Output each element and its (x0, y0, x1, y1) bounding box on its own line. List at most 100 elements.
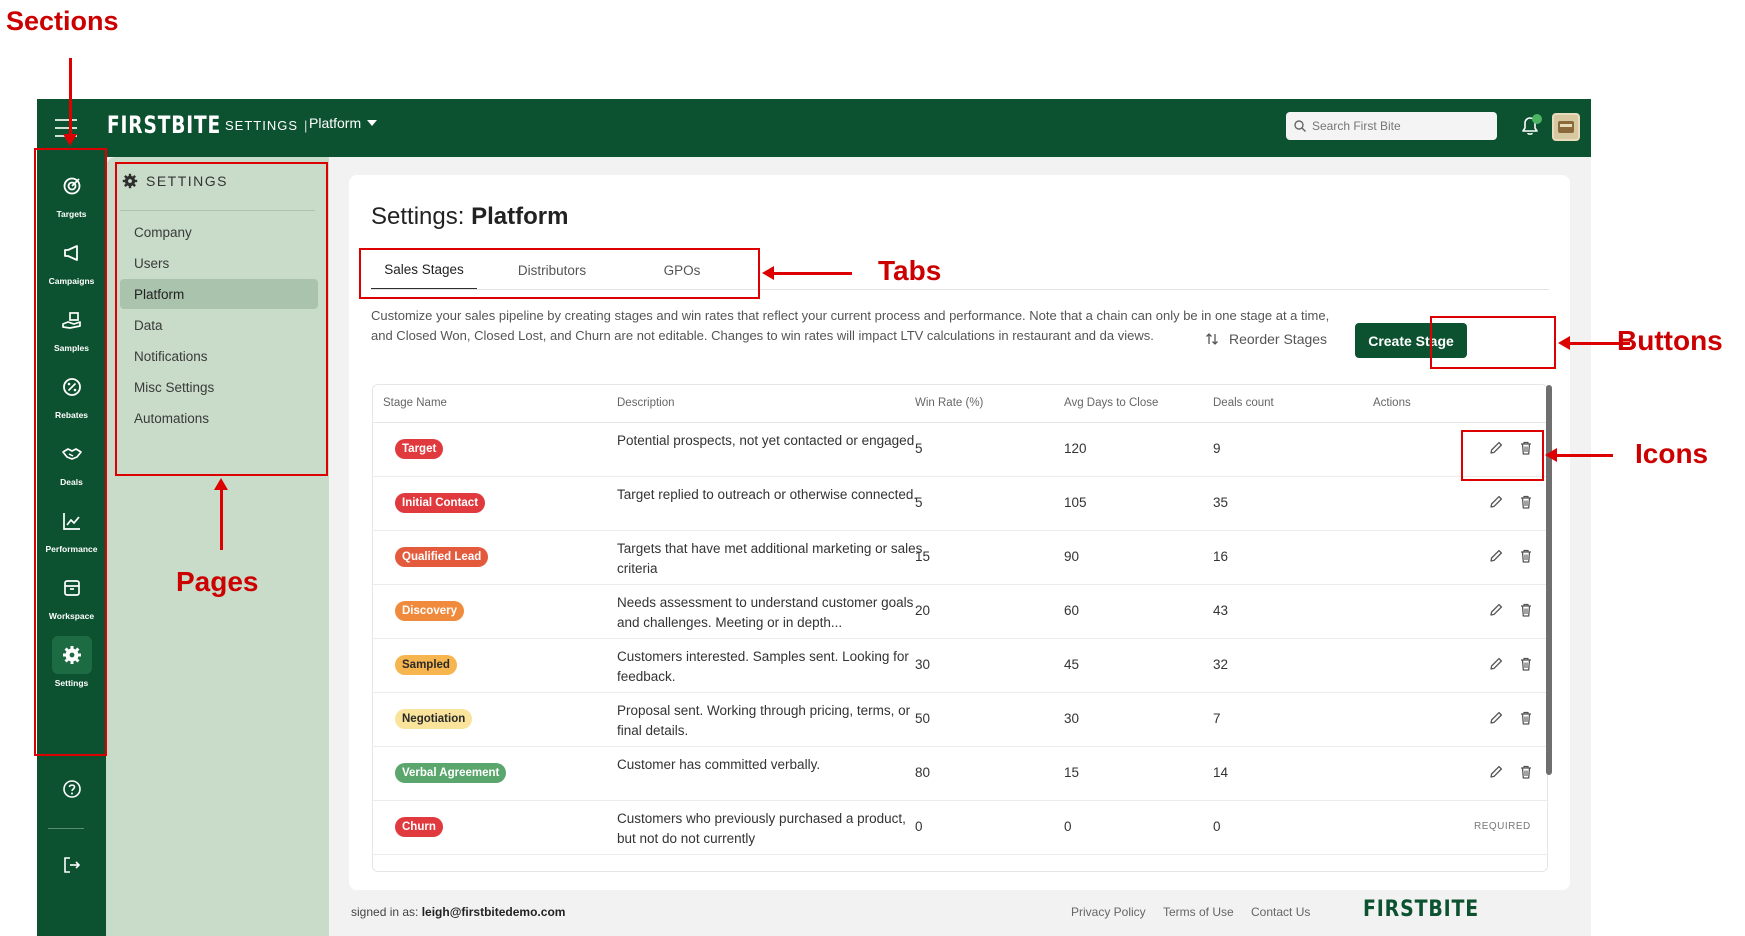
win-rate-value: 80 (915, 765, 931, 780)
contact-us-link[interactable]: Contact Us (1251, 905, 1310, 919)
stage-description: Potential prospects, not yet contacted o… (617, 433, 915, 448)
edit-icon[interactable] (1485, 491, 1507, 513)
row-actions (1485, 761, 1537, 783)
user-avatar[interactable] (1552, 113, 1580, 141)
stage-badge: Qualified Lead (395, 547, 489, 567)
avg-days-value: 60 (1064, 603, 1080, 618)
win-rate-value: 30 (915, 657, 931, 672)
trash-icon[interactable] (1515, 545, 1537, 567)
annotation-arrow-shaft (774, 272, 852, 275)
trash-icon[interactable] (1515, 599, 1537, 621)
col-deals-count: Deals count (1213, 397, 1274, 409)
breadcrumb-settings[interactable]: SETTINGS (225, 118, 298, 133)
trash-icon[interactable] (1515, 761, 1537, 783)
annotation-buttons-label: Buttons (1617, 325, 1723, 356)
trash-icon[interactable] (1515, 707, 1537, 729)
stage-description: Customer has committed verbally. (617, 757, 821, 772)
privacy-policy-link[interactable]: Privacy Policy (1071, 905, 1146, 919)
stage-badge: Negotiation (395, 709, 473, 729)
deals-count-value: 9 (1213, 441, 1221, 456)
annotated-screenshot: FIRSTBITE SETTINGS | Platform Search Fir… (0, 0, 1745, 936)
sort-arrows-icon (1206, 333, 1218, 345)
edit-icon[interactable] (1485, 599, 1507, 621)
annotation-arrowhead (762, 266, 774, 280)
stage-description: Targets that have met additional marketi… (617, 541, 923, 576)
avg-days-value: 30 (1064, 711, 1080, 726)
table-scrollbar[interactable] (1546, 385, 1552, 775)
col-stage-name: Stage Name (383, 397, 447, 409)
annotation-box-sections (34, 148, 107, 756)
footer-logo: FIRSTBITE (1363, 897, 1480, 922)
logout-button[interactable] (37, 833, 106, 897)
col-actions: Actions (1373, 397, 1411, 409)
platform-dropdown[interactable]: Platform (309, 115, 378, 131)
annotation-arrowhead (1545, 448, 1557, 462)
nav-divider (48, 828, 84, 829)
win-rate-value: 20 (915, 603, 931, 618)
deals-count-value: 35 (1213, 495, 1229, 510)
trash-icon[interactable] (1515, 491, 1537, 513)
page-title: Settings: Platform (371, 203, 568, 231)
annotation-pages-label: Pages (176, 566, 259, 597)
signed-in-text: signed in as: leigh@firstbitedemo.com (351, 905, 565, 919)
search-icon (1294, 120, 1306, 132)
annotation-icons-label: Icons (1635, 438, 1709, 469)
annotation-box-tabs (359, 248, 760, 299)
stage-description: Customers who previously purchased a pro… (617, 811, 906, 846)
reorder-stages-button[interactable]: Reorder Stages (1195, 323, 1345, 355)
deals-count-value: 0 (1213, 819, 1221, 834)
avatar-image-icon (1558, 121, 1574, 133)
table-row: Negotiation Proposal sent. Working throug… (373, 693, 1547, 747)
help-icon (62, 780, 81, 798)
col-avg-days: Avg Days to Close (1064, 397, 1159, 409)
edit-icon[interactable] (1485, 761, 1507, 783)
terms-of-use-link[interactable]: Terms of Use (1163, 905, 1234, 919)
deals-count-value: 14 (1213, 765, 1229, 780)
stage-badge: Verbal Agreement (395, 763, 507, 783)
help-button[interactable] (37, 757, 106, 821)
brand-logo[interactable]: FIRSTBITE (107, 111, 221, 139)
stage-description: Needs assessment to understand customer … (617, 595, 914, 630)
col-win-rate: Win Rate (%) (915, 397, 984, 409)
table-row: Initial Contact Target replied to outreac… (373, 477, 1547, 531)
signed-in-email: leigh@firstbitedemo.com (421, 905, 566, 919)
stage-badge: Initial Contact (395, 493, 486, 513)
win-rate-value: 15 (915, 549, 931, 564)
stage-badge: Churn (395, 817, 443, 837)
stage-description: Target replied to outreach or otherwise … (617, 487, 918, 502)
stage-description: Customers interested. Samples sent. Look… (617, 649, 909, 684)
table-header: Stage Name Description Win Rate (%) Avg … (373, 385, 1547, 423)
row-actions (1485, 599, 1537, 621)
win-rate-value: 5 (915, 441, 923, 456)
annotation-arrowhead (214, 478, 228, 490)
annotation-arrowhead (1558, 336, 1570, 350)
notifications-button[interactable] (1517, 113, 1543, 139)
avg-days-value: 120 (1064, 441, 1087, 456)
row-actions (1485, 707, 1537, 729)
search-box[interactable] (1286, 112, 1497, 140)
edit-icon[interactable] (1485, 545, 1507, 567)
win-rate-value: 50 (915, 711, 931, 726)
annotation-arrow-shaft (69, 58, 72, 138)
chevron-down-icon (367, 120, 378, 126)
edit-icon[interactable] (1485, 653, 1507, 675)
annotation-arrowhead (63, 134, 77, 146)
row-actions (1485, 653, 1537, 675)
search-input[interactable] (1312, 119, 1482, 133)
avg-days-value: 0 (1064, 819, 1072, 834)
page-title-prefix: Settings: (371, 203, 472, 230)
row-actions (1485, 545, 1537, 567)
annotation-box-pages (115, 162, 328, 476)
deals-count-value: 7 (1213, 711, 1221, 726)
stages-table: Stage Name Description Win Rate (%) Avg … (372, 384, 1548, 872)
trash-icon[interactable] (1515, 653, 1537, 675)
breadcrumb: SETTINGS | (225, 118, 314, 133)
stage-badge: Discovery (395, 601, 464, 621)
annotation-box-icons (1461, 430, 1544, 481)
table-row: Qualified Lead Targets that have met addi… (373, 531, 1547, 585)
annotation-box-buttons (1430, 316, 1556, 369)
win-rate-value: 5 (915, 495, 923, 510)
stage-badge: Sampled (395, 655, 457, 675)
footer: signed in as: leigh@firstbitedemo.com Pr… (329, 889, 1591, 936)
edit-icon[interactable] (1485, 707, 1507, 729)
